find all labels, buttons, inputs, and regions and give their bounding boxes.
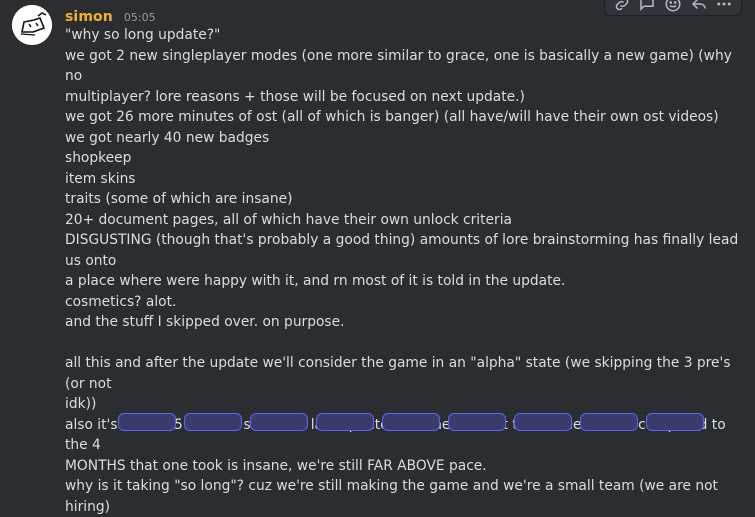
reply-icon[interactable] bbox=[688, 0, 710, 15]
message-content: "why so long update?" we got 2 new singl… bbox=[65, 25, 740, 517]
chat-message: simon 05:05 "why so long update?" we got… bbox=[0, 0, 755, 515]
message-line: 20+ document pages, all of which have th… bbox=[65, 211, 512, 228]
attachment-chips bbox=[118, 413, 704, 431]
attachment-chip[interactable] bbox=[184, 413, 242, 431]
message-line: MONTHS that one took is insane, we're st… bbox=[65, 457, 487, 474]
avatar-drawing-icon bbox=[12, 5, 52, 45]
message-line bbox=[65, 333, 740, 354]
message-header: simon 05:05 bbox=[65, 6, 156, 26]
link-icon[interactable] bbox=[611, 0, 633, 15]
message-line: why is it taking "so long"? cuz we're st… bbox=[65, 478, 723, 515]
attachment-chip[interactable] bbox=[250, 413, 308, 431]
message-line: all this and after the update we'll cons… bbox=[65, 355, 735, 392]
attachment-chip[interactable] bbox=[118, 413, 176, 431]
attachment-chip[interactable] bbox=[514, 413, 572, 431]
more-icon[interactable] bbox=[713, 0, 735, 15]
username[interactable]: simon bbox=[65, 9, 113, 25]
message-line: we got nearly 40 new badges bbox=[65, 129, 270, 146]
message-line: we got 26 more minutes of ost (all of wh… bbox=[65, 109, 719, 125]
message-line: DISGUSTING (though that's probably a goo… bbox=[65, 232, 743, 269]
attachment-chip[interactable] bbox=[646, 413, 704, 431]
message-line: cosmetics? alot. bbox=[65, 293, 177, 310]
message-line: and the stuff I skipped over. on purpose… bbox=[65, 314, 345, 330]
message-line: "why so long update?" bbox=[65, 27, 221, 43]
attachment-chip[interactable] bbox=[382, 413, 440, 431]
add-reaction-icon[interactable] bbox=[662, 0, 684, 15]
message-line: idk)) bbox=[65, 396, 97, 412]
attachment-chip[interactable] bbox=[448, 413, 506, 431]
message-line: multiplayer? lore reasons + those will b… bbox=[65, 88, 525, 105]
message-timestamp[interactable]: 05:05 bbox=[124, 11, 156, 24]
user-avatar[interactable] bbox=[12, 5, 52, 45]
attachment-chip[interactable] bbox=[580, 413, 638, 431]
message-action-toolbar bbox=[604, 0, 742, 16]
attachment-chip[interactable] bbox=[316, 413, 374, 431]
message-line: shopkeep bbox=[65, 150, 132, 166]
thread-icon[interactable] bbox=[636, 0, 658, 15]
message-line: we got 2 new singleplayer modes (one mor… bbox=[65, 47, 737, 85]
message-line: item skins bbox=[65, 170, 136, 187]
message-line: a place where were happy with it, and rn… bbox=[65, 273, 566, 289]
message-line: traits (some of which are insane) bbox=[65, 191, 293, 207]
